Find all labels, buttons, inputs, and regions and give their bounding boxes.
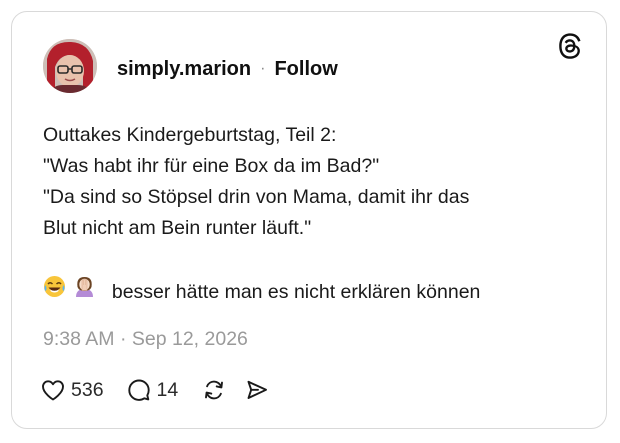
- post-text-line: Blut nicht am Bein runter läuft.": [43, 217, 312, 239]
- repost-button[interactable]: [202, 378, 226, 402]
- like-count: 536: [71, 378, 104, 401]
- post-text-line: Outtakes Kindergeburtstag, Teil 2:: [43, 124, 337, 146]
- like-button[interactable]: 536: [41, 379, 104, 402]
- post-body: Outtakes Kindergeburtstag, Teil 2: "Was …: [43, 120, 583, 308]
- repost-icon: [202, 378, 226, 402]
- follow-button[interactable]: Follow: [274, 58, 337, 81]
- post-timestamp[interactable]: 9:38 AM · Sep 12, 2026: [43, 328, 248, 351]
- tears-of-joy-emoji-icon: [43, 275, 66, 298]
- header-separator: ·: [260, 60, 266, 77]
- reply-count: 14: [156, 378, 179, 401]
- heart-icon: [41, 379, 65, 401]
- avatar-image: [43, 39, 97, 93]
- post-text-line: "Da sind so Stöpsel drin von Mama, damit…: [43, 186, 470, 208]
- author-username[interactable]: simply.marion: [117, 58, 251, 81]
- threads-logo-icon[interactable]: [558, 33, 582, 59]
- post-header: simply.marion · Follow: [117, 56, 338, 82]
- post-card: simply.marion · Follow Outtakes Kinderge…: [11, 11, 607, 429]
- action-bar: 536 14: [41, 376, 269, 404]
- avatar[interactable]: [43, 39, 97, 93]
- post-emoji-line: besser hätte man es nicht erklären könne…: [43, 275, 583, 308]
- post-emoji-line-text: besser hätte man es nicht erklären könne…: [111, 281, 481, 303]
- post-text-line: "Was habt ihr für eine Box da im Bad?": [43, 155, 380, 177]
- share-button[interactable]: [245, 378, 269, 402]
- reply-button[interactable]: 14: [127, 378, 179, 402]
- share-icon: [245, 378, 269, 402]
- comment-icon: [127, 378, 151, 402]
- facepalm-emoji-icon: [73, 275, 96, 298]
